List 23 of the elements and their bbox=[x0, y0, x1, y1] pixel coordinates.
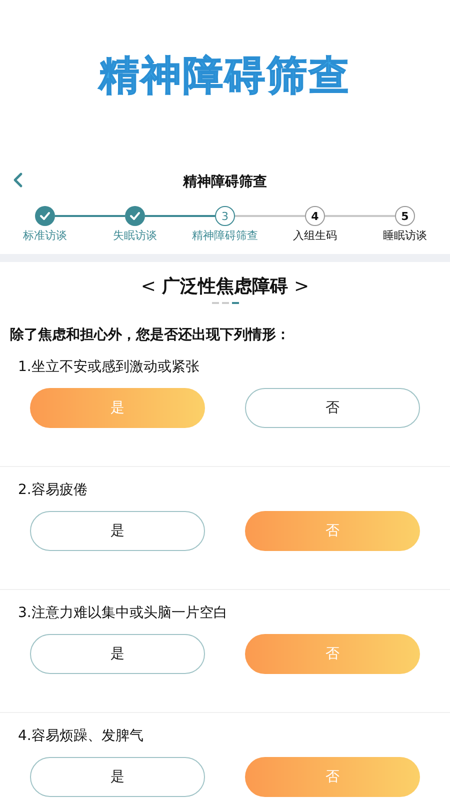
step-label: 入组生码 bbox=[293, 228, 337, 243]
step-number: 3 bbox=[215, 206, 235, 226]
question-text: 1.坐立不安或感到激动或紧张 bbox=[18, 358, 200, 376]
section-title: 广泛性焦虑障碍 bbox=[162, 275, 288, 298]
step-label: 标准访谈 bbox=[23, 228, 67, 243]
answer-button[interactable]: 否 bbox=[245, 388, 420, 428]
banner-title: 精神障碍筛查 bbox=[99, 52, 351, 100]
next-arrow[interactable]: > bbox=[294, 276, 310, 296]
step-number: 4 bbox=[305, 206, 325, 226]
question-prompt: 除了焦虑和担心外，您是否还出现下列情形： bbox=[9, 326, 291, 344]
answer-button[interactable]: 是 bbox=[30, 511, 205, 551]
question-text: 3.注意力难以集中或头脑一片空白 bbox=[18, 604, 228, 622]
answer-button[interactable]: 是 bbox=[30, 634, 205, 674]
step-label: 精神障碍筛查 bbox=[192, 228, 258, 243]
step-label: 失眠访谈 bbox=[113, 228, 157, 243]
prev-arrow[interactable]: < bbox=[140, 276, 156, 296]
step-label: 睡眠访谈 bbox=[383, 228, 427, 243]
question-text: 2.容易疲倦 bbox=[18, 481, 88, 499]
back-icon[interactable] bbox=[12, 172, 24, 188]
question-text: 4.容易烦躁、发脾气 bbox=[18, 727, 144, 745]
answer-button[interactable]: 是 bbox=[30, 757, 205, 797]
step-number: 5 bbox=[395, 206, 415, 226]
page-title: 精神障碍筛查 bbox=[183, 173, 267, 191]
